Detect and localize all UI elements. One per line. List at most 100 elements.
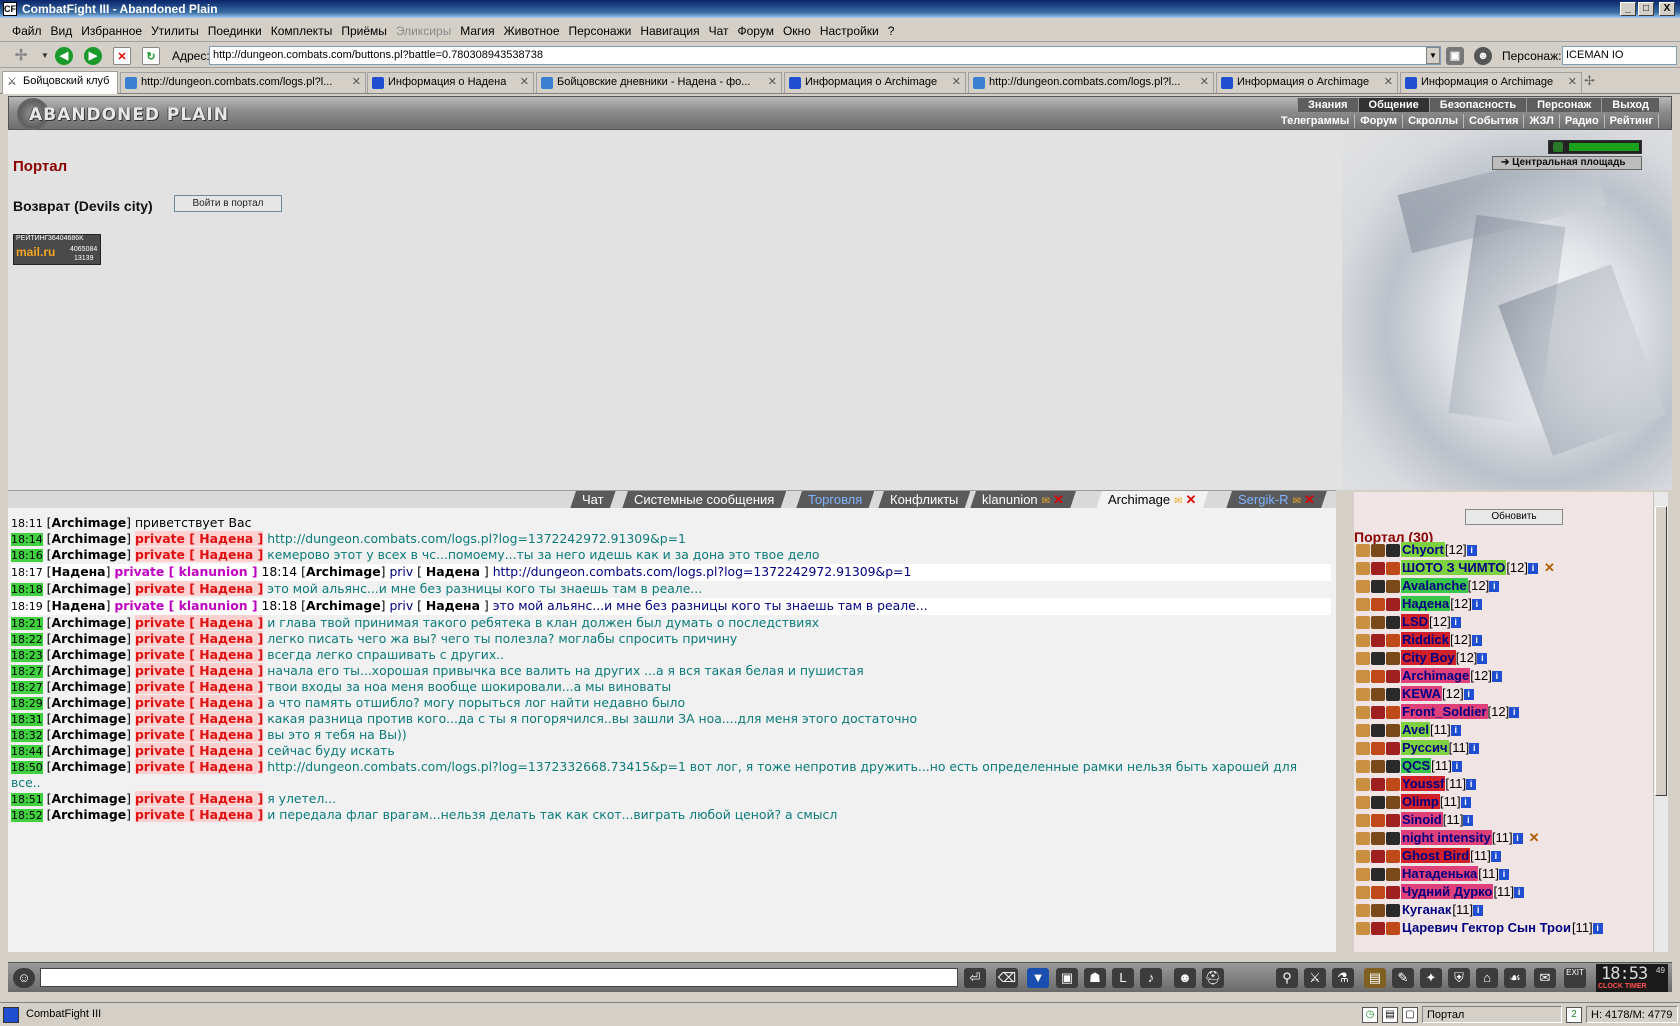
- player-row[interactable]: night intensity[11] i ✕: [1356, 829, 1539, 846]
- map-icon[interactable]: ✦: [1420, 968, 1442, 988]
- private-message-icon[interactable]: [1356, 868, 1370, 882]
- player-name[interactable]: Sinoid: [1401, 812, 1443, 827]
- player-name[interactable]: LSD: [1401, 614, 1429, 629]
- player-name[interactable]: Avel: [1401, 722, 1430, 737]
- player-row[interactable]: City Boy[12] i: [1356, 649, 1488, 666]
- nav-knowledge[interactable]: Знания: [1297, 98, 1358, 112]
- refresh-icon[interactable]: ↻: [142, 47, 160, 65]
- emote-icon[interactable]: ☻: [1174, 968, 1196, 988]
- private-message-icon[interactable]: [1356, 652, 1370, 666]
- private-message-icon[interactable]: [1356, 760, 1370, 774]
- private-message-icon[interactable]: [1356, 832, 1370, 846]
- player-row[interactable]: Avel[11] i: [1356, 721, 1461, 738]
- menu-navigation[interactable]: Навигация: [640, 24, 699, 38]
- nav-communication[interactable]: Общение: [1357, 98, 1429, 112]
- home-icon[interactable]: ⌂: [1476, 968, 1498, 988]
- player-name[interactable]: night intensity: [1401, 830, 1492, 845]
- player-name[interactable]: Надена: [1401, 596, 1451, 611]
- player-row[interactable]: Натаденька[11] i: [1356, 865, 1509, 882]
- private-message-icon[interactable]: [1356, 886, 1370, 900]
- info-icon[interactable]: i: [1528, 563, 1538, 575]
- tab-close-icon[interactable]: ✕: [520, 73, 529, 92]
- info-icon[interactable]: i: [1471, 635, 1482, 647]
- info-icon[interactable]: i: [1499, 869, 1509, 881]
- menu-techniques[interactable]: Приёмы: [341, 24, 387, 38]
- chat-tab-chat[interactable]: Чат: [570, 491, 616, 509]
- enter-portal-button[interactable]: Войти в портал: [174, 195, 282, 212]
- clear-icon[interactable]: ⌫: [996, 968, 1018, 988]
- player-name[interactable]: Куганак: [1401, 902, 1452, 917]
- player-row[interactable]: Куганак[11] i: [1356, 901, 1484, 918]
- player-name[interactable]: Riddick: [1401, 632, 1450, 647]
- player-row[interactable]: ШОТО З ЧИМТО[12] i ✕: [1356, 559, 1555, 576]
- info-icon[interactable]: i: [1450, 617, 1461, 629]
- player-row[interactable]: KEWA[12] i: [1356, 685, 1474, 702]
- menu-window[interactable]: Окно: [783, 24, 811, 38]
- bag-icon[interactable]: ⚲: [1276, 968, 1298, 988]
- shield-icon[interactable]: ⛨: [1448, 968, 1470, 988]
- tab-close-icon[interactable]: ✕: [1200, 73, 1209, 92]
- tab-info-archimage-2[interactable]: Информация о Archimage ✕: [1216, 72, 1398, 93]
- rating-counter[interactable]: РЕЙТИНГ 36404686K mail.ru 4065084 13139: [13, 234, 101, 265]
- player-name[interactable]: QCS: [1401, 758, 1432, 773]
- nav-forum[interactable]: Форум: [1355, 114, 1404, 128]
- tab-close-icon[interactable]: ✕: [1384, 73, 1393, 92]
- scroll-icon[interactable]: ✎: [1392, 968, 1414, 988]
- info-icon[interactable]: i: [1477, 653, 1488, 665]
- nav-radio[interactable]: Радио: [1560, 114, 1605, 128]
- player-row[interactable]: Ghost Bird[11] i: [1356, 847, 1501, 864]
- info-icon[interactable]: i: [1466, 779, 1477, 791]
- private-message-icon[interactable]: [1356, 706, 1370, 720]
- player-name[interactable]: Руссич: [1401, 740, 1449, 755]
- menu-forum[interactable]: Форум: [738, 24, 774, 38]
- menu-duels[interactable]: Поединки: [208, 24, 262, 38]
- player-name[interactable]: Olimp: [1401, 794, 1440, 809]
- player-row[interactable]: Olimp[11] i: [1356, 793, 1471, 810]
- nav-security[interactable]: Безопасность: [1428, 98, 1527, 112]
- private-message-icon[interactable]: [1356, 580, 1370, 594]
- private-message-icon[interactable]: [1356, 670, 1370, 684]
- menu-help[interactable]: ?: [888, 24, 895, 38]
- private-message-icon[interactable]: [1356, 562, 1370, 576]
- persona-select[interactable]: ICEMAN IO: [1562, 46, 1677, 65]
- player-name[interactable]: Чудний Дурко: [1401, 884, 1494, 899]
- info-icon[interactable]: i: [1592, 923, 1603, 935]
- info-icon[interactable]: i: [1463, 689, 1474, 701]
- new-tab-icon[interactable]: ✢: [1584, 73, 1595, 89]
- info-icon[interactable]: i: [1509, 707, 1520, 719]
- fighter-icon[interactable]: ☗: [1084, 968, 1106, 988]
- player-row[interactable]: Sinoid[11] i: [1356, 811, 1474, 828]
- tab-fight-club[interactable]: ⚔ Бойцовский клуб: [2, 71, 118, 94]
- dropdown-icon[interactable]: ▼: [36, 47, 54, 65]
- player-name[interactable]: Avalanche: [1401, 578, 1468, 593]
- menu-chat[interactable]: Чат: [709, 24, 729, 38]
- menu-view[interactable]: Вид: [51, 24, 73, 38]
- refresh-button[interactable]: Обновить: [1465, 509, 1563, 525]
- scrollbar-thumb[interactable]: [1655, 506, 1667, 796]
- tab-close-icon[interactable]: ✕: [952, 73, 961, 92]
- mail-icon[interactable]: ✉: [1534, 968, 1556, 988]
- player-row[interactable]: Riddick[12] i: [1356, 631, 1482, 648]
- pin-icon[interactable]: ✢: [12, 47, 30, 65]
- send-icon[interactable]: ⏎: [964, 968, 986, 988]
- private-message-icon[interactable]: [1356, 616, 1370, 630]
- player-row[interactable]: Youssf[11] i: [1356, 775, 1477, 792]
- window-status-icon[interactable]: ▢: [1402, 1007, 1418, 1023]
- menu-settings[interactable]: Настройки: [820, 24, 879, 38]
- address-input[interactable]: http://dungeon.combats.com/buttons.pl?ba…: [209, 46, 1441, 65]
- player-row[interactable]: Chyort[12] i: [1356, 541, 1477, 558]
- close-button[interactable]: X: [1659, 2, 1675, 16]
- menu-favorites[interactable]: Избранное: [81, 24, 142, 38]
- menu-characters[interactable]: Персонажи: [569, 24, 632, 38]
- player-row[interactable]: LSD[12] i: [1356, 613, 1461, 630]
- tab-info-archimage-1[interactable]: Информация о Archimage ✕: [784, 72, 966, 93]
- nav-telegrams[interactable]: Телеграммы: [1276, 114, 1356, 128]
- chest-icon[interactable]: ▤: [1364, 968, 1386, 988]
- private-message-icon[interactable]: [1356, 544, 1370, 558]
- info-icon[interactable]: i: [1490, 851, 1501, 863]
- tab-info-nadena[interactable]: Информация о Надена ✕: [367, 72, 534, 93]
- private-message-icon[interactable]: [1356, 814, 1370, 828]
- info-icon[interactable]: i: [1491, 671, 1502, 683]
- player-name[interactable]: Царевич Гектор Сын Трои: [1401, 920, 1572, 935]
- chat-input[interactable]: [40, 968, 958, 987]
